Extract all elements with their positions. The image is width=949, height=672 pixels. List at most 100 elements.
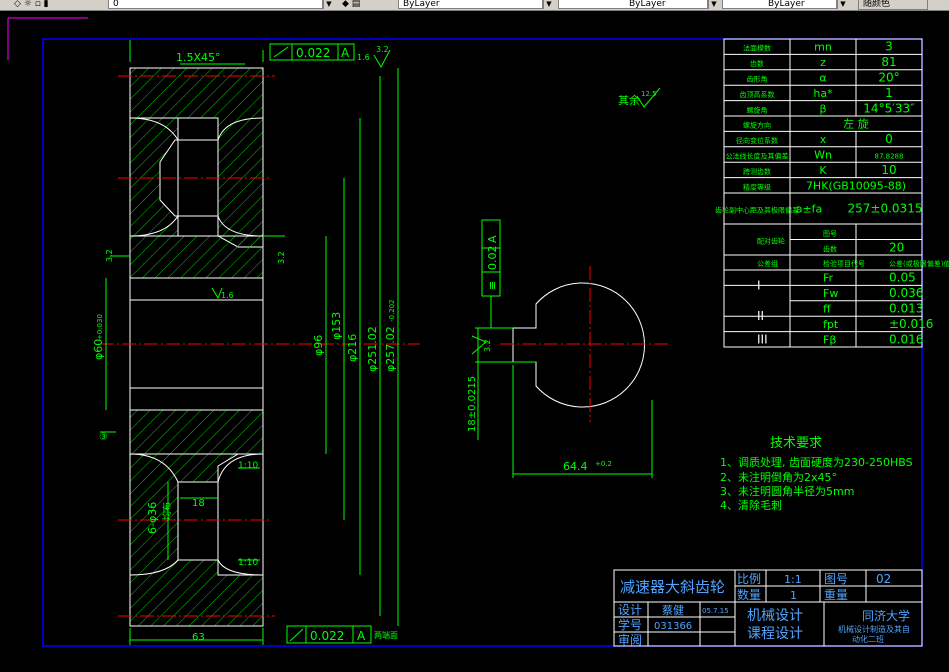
tol-item-1: Fw [823, 287, 838, 300]
key-length-tol: +0.2 [595, 460, 612, 468]
param-sym-1: z [820, 56, 826, 69]
gear-parameter-table: 法面模数 mn 3 齿数 z 81 齿形角 α 20° 齿顶高系数 ha* 1 螺旋角 β 14°5′33″… [715, 38, 949, 348]
designer-name: 蔡健 [662, 604, 684, 617]
mating-teeth-label: 齿数 [823, 244, 837, 253]
param-sym-4: β [819, 102, 826, 115]
rest-roughness-value: 12.5 [641, 90, 657, 98]
tol-group-1: I [757, 278, 761, 292]
datum-circle: ③ [99, 432, 108, 443]
layer-dropdown-arrow[interactable]: ▼ [323, 0, 334, 9]
param-val-1: 81 [881, 55, 896, 69]
tol-item-2: ff [823, 303, 831, 316]
technical-requirements: 技术要求 1、调质处理, 齿面硬度为230-250HBS 2、未注明倒角为2x4… [720, 436, 913, 512]
param-sym-7: Wn [814, 149, 832, 162]
param-sym-3: ha* [813, 87, 833, 100]
param-name-2: 齿形角 [747, 75, 768, 84]
tolerance-bottom-value: 0.022 [310, 629, 344, 643]
tolerance-bottom-datum: A [357, 629, 366, 643]
part-name: 减速器大斜齿轮 [620, 578, 725, 596]
param-val-8: 10 [881, 163, 896, 177]
param-sym-2: α [819, 72, 826, 85]
mating-teeth-value: 20 [889, 240, 904, 254]
dim-bore: φ60 [92, 339, 105, 360]
linetype-value: ByLayer [629, 0, 666, 9]
layer-tools-icon[interactable]: ◇ ☼ ▫ ▮ [14, 0, 49, 9]
roughness-left: 3.2 [105, 249, 114, 262]
param-name-10: 齿轮副中心距及其极限偏差 [715, 206, 799, 215]
course-title-1: 机械设计 [747, 608, 803, 624]
mating-no-label: 图号 [823, 230, 837, 238]
dim-bore-tol: +0.030 [96, 314, 104, 340]
param-name-9: 精度等级 [743, 182, 771, 191]
roughness-top-32: 3.2 [376, 45, 389, 54]
param-name-6: 径向变位系数 [736, 136, 778, 145]
lineweight-dropdown[interactable]: ByLayer [722, 0, 837, 9]
tol-value-1: 0.036 [889, 286, 923, 300]
param-val-5: 左 旋 [843, 117, 869, 131]
layer-value: 0 [113, 0, 119, 9]
param-val-7: 87.8288 [875, 153, 904, 161]
color-dropdown[interactable]: ByLayer [398, 0, 543, 9]
param-val-2: 20° [878, 71, 899, 85]
chamfer-label: 1.5X45° [176, 51, 221, 64]
tolerance-frame-top: 0.022 A 1.6 3.2 [269, 43, 391, 69]
lineweight-dropdown-arrow[interactable]: ▼ [837, 0, 848, 9]
color-dropdown-arrow[interactable]: ▼ [543, 0, 554, 9]
color-value: ByLayer [403, 0, 440, 9]
param-name-7: 公法线长度及其偏差 [726, 152, 789, 161]
layer-dropdown[interactable]: 0 [108, 0, 323, 9]
param-val-10: 257±0.0315 [848, 202, 923, 216]
param-sym-8: K [819, 164, 827, 177]
tol-group-2: II [757, 309, 764, 323]
roughness-top: 1.6 [357, 53, 370, 62]
tol-value-4: 0.016 [889, 332, 923, 346]
tech-req-title: 技术要求 [770, 436, 822, 451]
tol-item-4: Fβ [823, 333, 836, 346]
param-val-3: 1 [885, 86, 893, 100]
param-sym-10: a±fa [796, 203, 823, 216]
dim-holes: 6-φ36 [146, 502, 159, 534]
tol-value-0: 0.05 [889, 271, 916, 285]
tol-item-3: fpt [823, 318, 839, 331]
keyway-roughness: 3.2 [483, 339, 492, 352]
param-val-4: 14°5′33″ [863, 101, 915, 115]
roughness-right: 3.2 [277, 251, 286, 264]
param-name-4: 螺旋角 [747, 105, 768, 114]
tol-value-3: ±0.016 [889, 317, 933, 331]
param-val-6: 0 [885, 132, 893, 146]
student-no-label: 学号 [618, 617, 642, 632]
linetype-dropdown-arrow[interactable]: ▼ [708, 0, 719, 9]
tolerance-frame-bottom: 0.022 A 两端面 [286, 625, 398, 644]
tol-value-2: 0.013 [889, 302, 923, 316]
layer-manager-icon[interactable]: ◆ ▤ [342, 0, 360, 9]
plotstyle-dropdown[interactable]: 随颜色 [858, 0, 928, 10]
dim-phi153: φ153 [330, 312, 343, 340]
slope-label-1: 1:10 [238, 461, 258, 471]
dim-phi25702: φ257.02 [384, 326, 397, 372]
dim-phi96: φ96 [312, 335, 325, 356]
dim-phi25102: φ251.02 [366, 326, 379, 372]
drawing-canvas[interactable]: 1.5X45° φ96 φ153 φ216 φ251.02 φ257.02 -0… [0, 10, 949, 672]
param-name-0: 法面模数 [743, 44, 771, 53]
drawing-no-value: 02 [876, 572, 891, 586]
tol-item-0: Fr [823, 272, 834, 285]
both-ends-label: 两端面 [374, 630, 398, 640]
tech-req-4: 4、清除毛刺 [720, 498, 782, 512]
tol-item-header: 检验项目代号 [823, 259, 865, 268]
tol-group-3: III [757, 332, 768, 346]
dim-holes-note: 均布 [161, 502, 173, 520]
tolerance-top-datum: A [341, 46, 350, 60]
tech-req-2: 2、未注明倒角为2x45° [720, 470, 837, 484]
qty-value: 1 [790, 589, 797, 602]
dim-63: 63 [192, 632, 205, 643]
tech-req-1: 1、调质处理, 齿面硬度为230-250HBS [720, 455, 913, 469]
student-no: 031366 [654, 621, 692, 632]
param-sym-6: x [820, 133, 827, 146]
side-tolerance-value: 0.02 [486, 246, 499, 271]
keyway-view: 18±0.0215 64.4 +0.2 0.02 ≡ A 3.2 [467, 219, 670, 478]
param-name-8: 跨测齿数 [743, 167, 771, 176]
mating-gear-label: 配对齿轮 [757, 237, 785, 246]
dim-phi257-tol: -0.202 [388, 299, 396, 322]
linetype-dropdown[interactable]: ByLayer [558, 0, 708, 9]
param-name-1: 齿数 [750, 59, 764, 68]
